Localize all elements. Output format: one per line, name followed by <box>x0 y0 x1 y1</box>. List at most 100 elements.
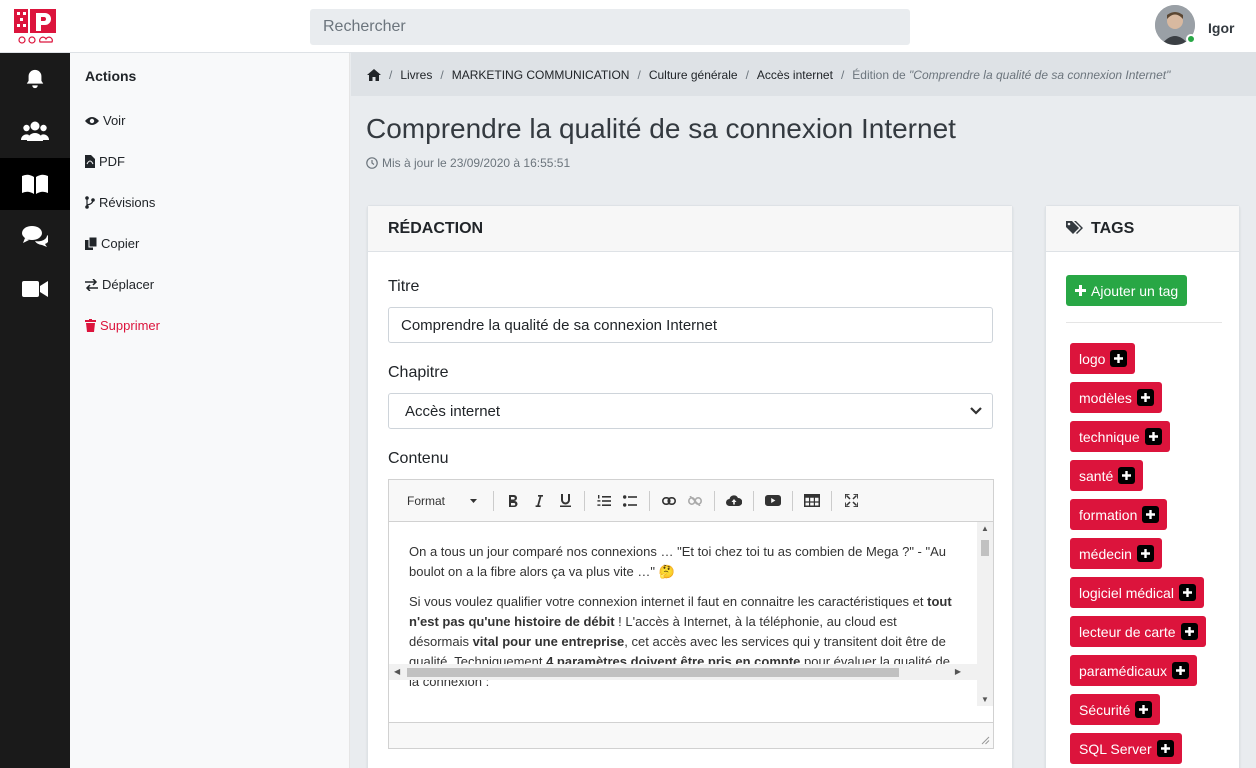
bold-button[interactable] <box>500 488 526 514</box>
online-status-indicator <box>1186 34 1196 44</box>
tag-chip[interactable]: médecin <box>1070 538 1162 569</box>
scroll-left-arrow[interactable]: ◀ <box>394 667 400 676</box>
add-tag-button[interactable]: Ajouter un tag <box>1066 275 1188 306</box>
format-dropdown[interactable]: Format <box>397 488 487 514</box>
tag-add-icon[interactable] <box>1156 740 1174 757</box>
caret-down-icon <box>470 498 477 503</box>
tag-label: lecteur de carte <box>1079 623 1176 640</box>
editor-vertical-scrollbar[interactable]: ▲ ▼ <box>977 522 993 706</box>
upload-button[interactable] <box>721 488 747 514</box>
fullscreen-button[interactable] <box>838 488 864 514</box>
tag-label: médecin <box>1079 545 1132 562</box>
underline-button[interactable] <box>552 488 578 514</box>
tag-label: logiciel médical <box>1079 584 1174 601</box>
tag-label: santé <box>1079 467 1114 484</box>
action-delete[interactable]: Supprimer <box>85 318 160 333</box>
scroll-down-arrow[interactable]: ▼ <box>981 695 989 704</box>
rail-notifications[interactable] <box>0 53 70 105</box>
action-view[interactable]: Voir <box>85 113 125 128</box>
tag-add-icon[interactable] <box>1171 662 1189 679</box>
title-field[interactable]: Comprendre la qualité de sa connexion In… <box>388 307 993 343</box>
tag-chip[interactable]: santé <box>1070 460 1144 491</box>
video-embed-button[interactable] <box>760 488 786 514</box>
breadcrumb-chapter[interactable]: Accès internet <box>757 68 833 82</box>
tag-add-icon[interactable] <box>1142 506 1160 523</box>
resize-grip-icon[interactable] <box>981 736 990 745</box>
tag-add-icon[interactable] <box>1144 428 1162 445</box>
bullet-list-button[interactable] <box>617 488 643 514</box>
tag-add-icon[interactable] <box>1110 350 1128 367</box>
editor-toolbar: Format <box>389 480 993 522</box>
rail-video[interactable] <box>0 263 70 315</box>
action-copy-label: Copier <box>101 236 140 251</box>
toolbar-separator <box>584 490 585 511</box>
app-logo[interactable] <box>14 9 56 45</box>
rich-text-editor: Format On a tous un jour comparé nos con… <box>388 479 994 749</box>
expand-icon <box>844 494 858 507</box>
tag-add-icon[interactable] <box>1135 701 1153 718</box>
tag-label: modèles <box>1079 389 1132 406</box>
tag-chip[interactable]: modèles <box>1070 382 1162 413</box>
vertical-scroll-thumb[interactable] <box>981 540 989 556</box>
tag-add-icon[interactable] <box>1118 467 1136 484</box>
action-view-label: Voir <box>103 113 126 128</box>
unlink-button[interactable] <box>682 488 708 514</box>
rail-comments[interactable] <box>0 210 70 262</box>
editor-horizontal-scrollbar[interactable]: ◀ ▶ <box>389 664 979 680</box>
exchange-icon <box>85 278 98 291</box>
breadcrumb-section[interactable]: Culture générale <box>649 68 738 82</box>
chapter-select[interactable]: Accès internet <box>388 393 993 429</box>
tag-label: SQL Server <box>1079 740 1152 757</box>
tag-add-icon[interactable] <box>1136 389 1154 406</box>
action-copy[interactable]: Copier <box>85 236 139 251</box>
search-input[interactable] <box>310 9 910 45</box>
bell-icon <box>26 69 44 89</box>
breadcrumb-current: Édition de "Comprendre la qualité de sa … <box>852 68 1170 82</box>
ordered-list-icon <box>597 494 611 506</box>
tags-card: TAGS Ajouter un tag logo modèles technique… <box>1045 205 1240 768</box>
rail-users[interactable] <box>0 105 70 157</box>
tag-chip[interactable]: lecteur de carte <box>1070 616 1206 647</box>
tag-chip[interactable]: technique <box>1070 421 1170 452</box>
home-icon[interactable] <box>367 68 381 81</box>
bold-icon <box>509 494 518 507</box>
table-button[interactable] <box>799 488 825 514</box>
comments-icon <box>22 226 48 247</box>
toolbar-separator <box>493 490 494 511</box>
icon-rail <box>0 53 70 768</box>
rail-books[interactable] <box>0 158 70 210</box>
scroll-up-arrow[interactable]: ▲ <box>981 524 989 533</box>
breadcrumb-books[interactable]: Livres <box>400 68 432 82</box>
format-label: Format <box>407 493 446 508</box>
tag-chip[interactable]: SQL Server <box>1070 733 1182 764</box>
content-p2-a: Si vous voulez qualifier votre connexion… <box>409 594 928 609</box>
action-revisions-label: Révisions <box>99 195 156 210</box>
tag-chip[interactable]: logiciel médical <box>1070 577 1204 608</box>
action-pdf[interactable]: PDF <box>85 154 125 169</box>
branch-icon <box>85 196 95 209</box>
table-icon <box>804 494 820 507</box>
action-move[interactable]: Déplacer <box>85 277 154 292</box>
tag-chip[interactable]: paramédicaux <box>1070 655 1197 686</box>
tag-label: formation <box>1079 506 1138 523</box>
file-pdf-icon <box>85 155 95 168</box>
tag-add-icon[interactable] <box>1136 545 1154 562</box>
scroll-right-arrow[interactable]: ▶ <box>955 667 961 676</box>
tag-chip[interactable]: logo <box>1070 343 1136 374</box>
tag-chip[interactable]: formation <box>1070 499 1168 530</box>
content-label: Contenu <box>388 450 449 467</box>
username[interactable]: Igor <box>1208 20 1234 36</box>
tags-header: TAGS <box>1046 206 1239 252</box>
action-move-label: Déplacer <box>102 277 155 292</box>
tag-chip[interactable]: Sécurité <box>1070 694 1161 725</box>
tag-add-icon[interactable] <box>1178 584 1196 601</box>
action-revisions[interactable]: Révisions <box>85 195 155 210</box>
italic-button[interactable] <box>526 488 552 514</box>
ordered-list-button[interactable] <box>591 488 617 514</box>
tag-add-icon[interactable] <box>1180 623 1198 640</box>
toolbar-separator <box>792 490 793 511</box>
horizontal-scroll-thumb[interactable] <box>407 668 899 677</box>
link-button[interactable] <box>656 488 682 514</box>
tag-label: paramédicaux <box>1079 662 1167 679</box>
breadcrumb-book[interactable]: MARKETING COMMUNICATION <box>452 68 630 82</box>
